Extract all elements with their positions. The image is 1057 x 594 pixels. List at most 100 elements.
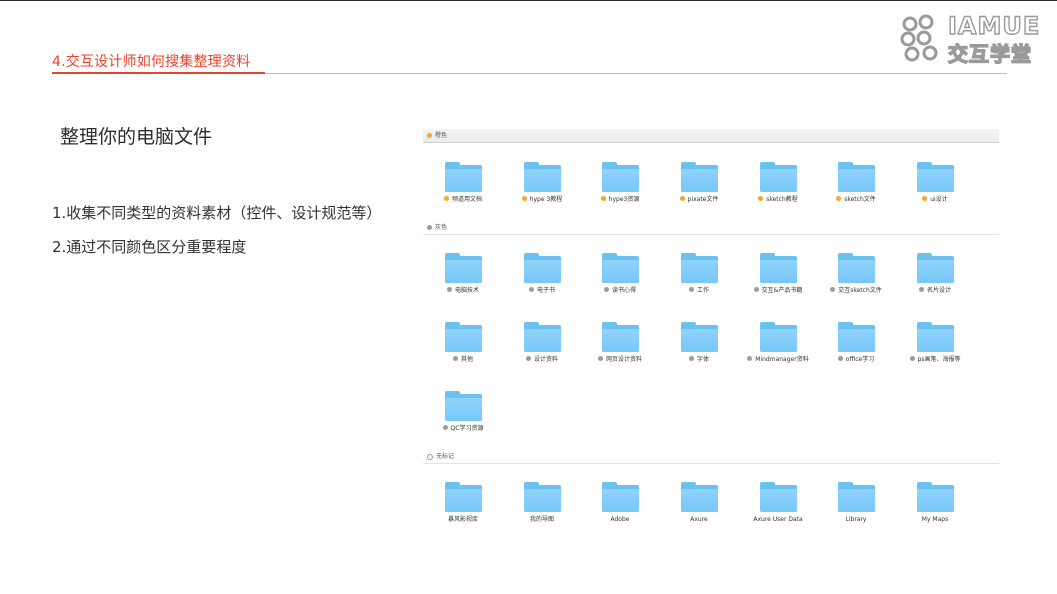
folder-icon xyxy=(917,482,954,512)
folder-name: 电子书 xyxy=(536,287,555,294)
folder-icon xyxy=(524,253,561,283)
folder-icon xyxy=(524,322,561,352)
gray-tag-icon xyxy=(525,356,531,361)
folder-name: 名片设计 xyxy=(926,287,951,294)
folder-name: ui设计 xyxy=(930,196,948,203)
orange-tag-icon xyxy=(521,196,527,201)
folder-icon xyxy=(602,482,639,512)
gray-tag-icon xyxy=(747,356,753,361)
folder-icon xyxy=(524,482,561,512)
folder-item[interactable]: 网页设计资料 xyxy=(585,322,655,368)
folder-icon xyxy=(524,162,561,192)
gray-tag-icon xyxy=(918,287,924,292)
folder-item[interactable]: ui设计 xyxy=(900,162,970,208)
folder-item[interactable]: ps画笔、海报等 xyxy=(900,322,970,368)
folder-item[interactable]: hype 3教程 xyxy=(507,162,577,208)
folder-item[interactable]: Adobe xyxy=(585,482,655,528)
folder-icon xyxy=(445,391,482,421)
folder-icon xyxy=(917,162,954,192)
folder-icon xyxy=(681,162,718,192)
folder-item[interactable]: 频道用文档 xyxy=(428,162,498,208)
finder-screenshot: 橙色 频道用文档 hype 3教程 hype3资源 pixate文件 sketc… xyxy=(423,129,999,539)
orange-tag-icon xyxy=(758,196,764,201)
folder-name: 交互&产品书籍 xyxy=(761,287,803,294)
section-header-gray: 灰色 xyxy=(423,221,999,235)
folder-name: 字体 xyxy=(696,356,709,363)
folder-item[interactable]: sketch文件 xyxy=(821,162,891,208)
folder-item[interactable]: 读书心得 xyxy=(585,253,655,299)
folder-item[interactable]: 电脑技术 xyxy=(428,253,498,299)
folder-item[interactable]: Mindmanager资料 xyxy=(743,322,813,368)
gray-tag-icon xyxy=(830,287,836,292)
section-label: 灰色 xyxy=(435,224,448,231)
logo-mark-icon xyxy=(900,14,938,62)
folder-item[interactable]: office学习 xyxy=(821,322,891,368)
gray-tag-icon xyxy=(597,356,603,361)
folder-name: office学习 xyxy=(845,356,875,363)
folder-name: 交互sketch文件 xyxy=(838,287,882,294)
folder-name: 频道用文档 xyxy=(451,196,482,203)
folder-item[interactable]: QC学习资源 xyxy=(428,391,498,437)
folder-name: 工作 xyxy=(696,287,709,294)
section-header-untagged: 无标记 xyxy=(423,450,999,464)
folder-icon xyxy=(602,322,639,352)
folder-item[interactable]: 其他 xyxy=(428,322,498,368)
folder-item[interactable]: pixate文件 xyxy=(664,162,734,208)
iamue-logo: IAMUE 交互学堂 xyxy=(896,10,1046,68)
header-accent-underline xyxy=(52,72,265,74)
folder-icon xyxy=(445,322,482,352)
bullet-item: 1.收集不同类型的资料素材（控件、设计规范等） xyxy=(52,204,382,222)
page-title: 4.交互设计师如何搜集整理资料 xyxy=(52,54,251,70)
folder-name: sketch文件 xyxy=(844,196,876,203)
folder-name: Library xyxy=(845,516,867,523)
folder-name: 我的导图 xyxy=(529,516,554,523)
folder-item[interactable]: 暴风影视库 xyxy=(428,482,498,528)
folder-item[interactable]: Axure User Data xyxy=(743,482,813,528)
folder-item[interactable]: sketch教程 xyxy=(743,162,813,208)
gray-tag-icon xyxy=(688,287,694,292)
folder-name: 网页设计资料 xyxy=(605,356,642,363)
folder-name: ps画笔、海报等 xyxy=(917,356,961,363)
folder-name: hype3资源 xyxy=(608,196,640,203)
folder-icon xyxy=(917,322,954,352)
folder-name: 设计资料 xyxy=(533,356,558,363)
folder-item[interactable]: 字体 xyxy=(664,322,734,368)
logo-text-latin: IAMUE xyxy=(947,11,1041,40)
folder-icon xyxy=(838,322,875,352)
top-border-line xyxy=(0,0,1057,1)
gray-tag-icon xyxy=(442,425,448,430)
gray-tag-icon xyxy=(427,225,432,230)
folder-item[interactable]: 交互sketch文件 xyxy=(821,253,891,299)
folder-item[interactable]: My Maps xyxy=(900,482,970,528)
folder-item[interactable]: 工作 xyxy=(664,253,734,299)
folder-item[interactable]: Axure xyxy=(664,482,734,528)
folder-item[interactable]: 交互&产品书籍 xyxy=(743,253,813,299)
empty-tag-icon xyxy=(427,453,433,460)
orange-tag-icon xyxy=(427,133,432,138)
folder-icon xyxy=(838,253,875,283)
section-label: 橙色 xyxy=(435,132,448,139)
folder-item[interactable]: 设计资料 xyxy=(507,322,577,368)
folder-name: 暴风影视库 xyxy=(447,516,478,523)
folder-icon xyxy=(445,482,482,512)
folder-item[interactable]: hype3资源 xyxy=(585,162,655,208)
bullet-item: 2.通过不同颜色区分重要程度 xyxy=(52,238,247,256)
folder-name: hype 3教程 xyxy=(529,196,563,203)
folder-icon xyxy=(838,162,875,192)
folder-item[interactable]: 电子书 xyxy=(507,253,577,299)
orange-tag-icon xyxy=(443,196,449,201)
folder-icon xyxy=(602,162,639,192)
folder-name: Adobe xyxy=(610,516,630,523)
folder-item[interactable]: 我的导图 xyxy=(507,482,577,528)
folder-icon xyxy=(760,322,797,352)
folder-name: 其他 xyxy=(460,356,473,363)
folder-name: 读书心得 xyxy=(611,287,636,294)
orange-tag-icon xyxy=(679,196,685,201)
folder-item[interactable]: 名片设计 xyxy=(900,253,970,299)
folder-icon xyxy=(681,482,718,512)
folder-icon xyxy=(838,482,875,512)
logo-text-chinese: 交互学堂 xyxy=(947,41,1032,66)
folder-item[interactable]: Library xyxy=(821,482,891,528)
folder-icon xyxy=(445,253,482,283)
gray-tag-icon xyxy=(909,356,915,361)
